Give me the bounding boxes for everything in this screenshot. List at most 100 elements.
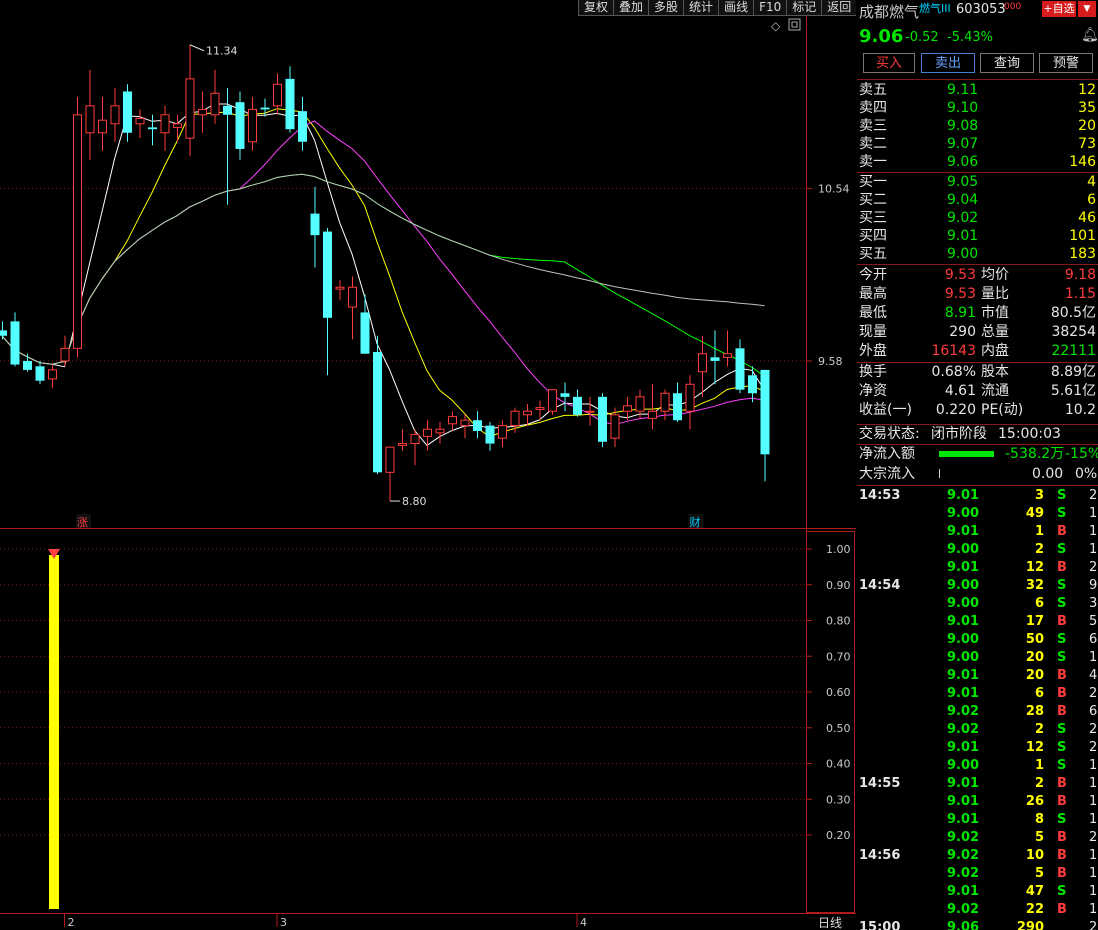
buy-level-3[interactable]: 买三 9.02 46 xyxy=(857,209,1098,227)
candle[interactable] xyxy=(73,96,82,358)
candle[interactable] xyxy=(560,382,570,412)
candle[interactable] xyxy=(310,186,320,268)
buy-level-1[interactable]: 买一 9.05 4 xyxy=(857,173,1098,191)
candle[interactable] xyxy=(348,276,357,340)
sell-level-4[interactable]: 卖二 9.07 73 xyxy=(857,135,1098,153)
buy-level-2[interactable]: 买二 9.04 6 xyxy=(857,191,1098,209)
candle-body xyxy=(160,114,170,134)
tick-price: 9.02 xyxy=(947,830,980,845)
candle[interactable] xyxy=(135,109,145,139)
candle[interactable] xyxy=(48,364,57,388)
level-label: 卖一 xyxy=(859,154,887,170)
candle[interactable] xyxy=(423,420,432,451)
candle[interactable] xyxy=(260,98,270,117)
candle[interactable] xyxy=(523,404,532,426)
candle[interactable] xyxy=(248,96,257,151)
buy-level-4[interactable]: 买四 9.01 101 xyxy=(857,227,1098,245)
candle[interactable] xyxy=(685,375,695,430)
candle[interactable] xyxy=(110,87,120,142)
candle[interactable] xyxy=(498,420,507,448)
candle[interactable] xyxy=(98,96,107,151)
candle[interactable] xyxy=(548,389,557,415)
candle[interactable] xyxy=(598,393,607,448)
candle[interactable] xyxy=(648,384,657,430)
candle[interactable] xyxy=(35,360,45,385)
sell-level-1[interactable]: 卖五 9.11 12 xyxy=(857,81,1098,99)
time-label: 4 xyxy=(580,916,587,929)
tick-side: B xyxy=(1057,524,1067,539)
candle[interactable] xyxy=(23,353,32,372)
stat-value: 290 xyxy=(949,324,976,340)
candle[interactable] xyxy=(360,294,370,354)
candle-body xyxy=(73,114,82,349)
event-marker[interactable]: 涨 xyxy=(77,516,88,529)
candle[interactable] xyxy=(323,227,332,376)
toolbar-button-4[interactable]: 画线 xyxy=(718,0,754,16)
stat-row: 最高 9.53 量比 1.15 xyxy=(857,285,1098,303)
add-watchlist-button[interactable]: +自选 xyxy=(1042,1,1076,17)
window-restore-icon[interactable] xyxy=(788,18,801,31)
candle[interactable] xyxy=(173,114,182,142)
candle[interactable] xyxy=(585,396,595,426)
candle[interactable] xyxy=(698,335,707,397)
stat-value: 16143 xyxy=(931,343,976,359)
candle[interactable] xyxy=(148,114,157,146)
candle[interactable] xyxy=(385,446,395,502)
candle[interactable] xyxy=(123,84,132,142)
candle[interactable] xyxy=(398,429,407,451)
candle[interactable] xyxy=(160,105,170,151)
candle[interactable] xyxy=(10,312,20,367)
candle[interactable] xyxy=(748,366,757,403)
sell-button[interactable]: 卖出 xyxy=(921,53,975,73)
block-trade-value: 0.00 xyxy=(1032,466,1064,482)
event-marker[interactable]: 财 xyxy=(690,515,701,529)
stat-value: 0.220 xyxy=(935,402,976,418)
candle[interactable] xyxy=(198,91,207,133)
tick-price: 9.01 xyxy=(947,560,980,575)
tick-time: 14:53 xyxy=(859,488,901,503)
candle[interactable] xyxy=(473,411,482,439)
candle[interactable] xyxy=(0,321,7,340)
stat-label: 均价 xyxy=(981,267,1009,283)
sell-level-5[interactable]: 卖一 9.06 146 xyxy=(857,153,1098,171)
candle[interactable] xyxy=(435,422,445,444)
bell-icon[interactable]: 🔔︎ xyxy=(1081,27,1098,43)
candle[interactable] xyxy=(210,69,220,124)
candle[interactable] xyxy=(710,330,720,385)
period-label[interactable]: 日线 xyxy=(818,916,842,930)
candle[interactable] xyxy=(235,91,245,160)
query-button[interactable]: 查询 xyxy=(980,53,1034,73)
buy-button[interactable]: 买入 xyxy=(863,53,915,73)
candle[interactable] xyxy=(448,411,457,431)
toolbar-button-3[interactable]: 统计 xyxy=(683,0,719,16)
candle[interactable] xyxy=(485,422,495,451)
toolbar-button-6[interactable]: 标记 xyxy=(786,0,822,16)
toolbar-button-7[interactable]: 返回 xyxy=(821,0,857,16)
candle[interactable] xyxy=(573,389,582,417)
candle[interactable] xyxy=(410,429,420,466)
diamond-icon[interactable]: ◇ xyxy=(771,19,781,33)
level-price: 9.07 xyxy=(947,136,979,152)
sector-tag[interactable]: 燃气III xyxy=(919,0,951,16)
candle[interactable] xyxy=(298,96,307,151)
candle[interactable] xyxy=(335,280,345,300)
dropdown-arrow-icon[interactable]: ▼ xyxy=(1078,1,1096,17)
candle[interactable] xyxy=(610,407,620,448)
chart-svg[interactable]: 10.54 9.58 11.34 8.80 涨 财 ◇ 1.00 0.90 0.80 0.70 0.6… xyxy=(0,0,856,930)
candle[interactable] xyxy=(760,369,770,482)
candle[interactable] xyxy=(285,66,295,133)
sell-level-3[interactable]: 卖三 9.08 20 xyxy=(857,117,1098,135)
candle[interactable] xyxy=(373,335,382,475)
toolbar-button-1[interactable]: 叠加 xyxy=(613,0,649,16)
buy-level-5[interactable]: 买五 9.00 183 xyxy=(857,245,1098,263)
toolbar-button-5[interactable]: F10 xyxy=(753,0,787,16)
candle[interactable] xyxy=(185,44,195,157)
sell-level-2[interactable]: 卖四 9.10 35 xyxy=(857,99,1098,117)
kline-chart-area[interactable]: 10.54 9.58 11.34 8.80 涨 财 ◇ 1.00 0.90 0.80 0.70 0.6… xyxy=(0,0,856,930)
candle[interactable] xyxy=(85,69,95,160)
candle[interactable] xyxy=(735,339,745,394)
toolbar-button-2[interactable]: 多股 xyxy=(648,0,684,16)
candle[interactable] xyxy=(673,382,682,423)
toolbar-button-0[interactable]: 复权 xyxy=(578,0,614,16)
alert-button[interactable]: 预警 xyxy=(1039,53,1093,73)
